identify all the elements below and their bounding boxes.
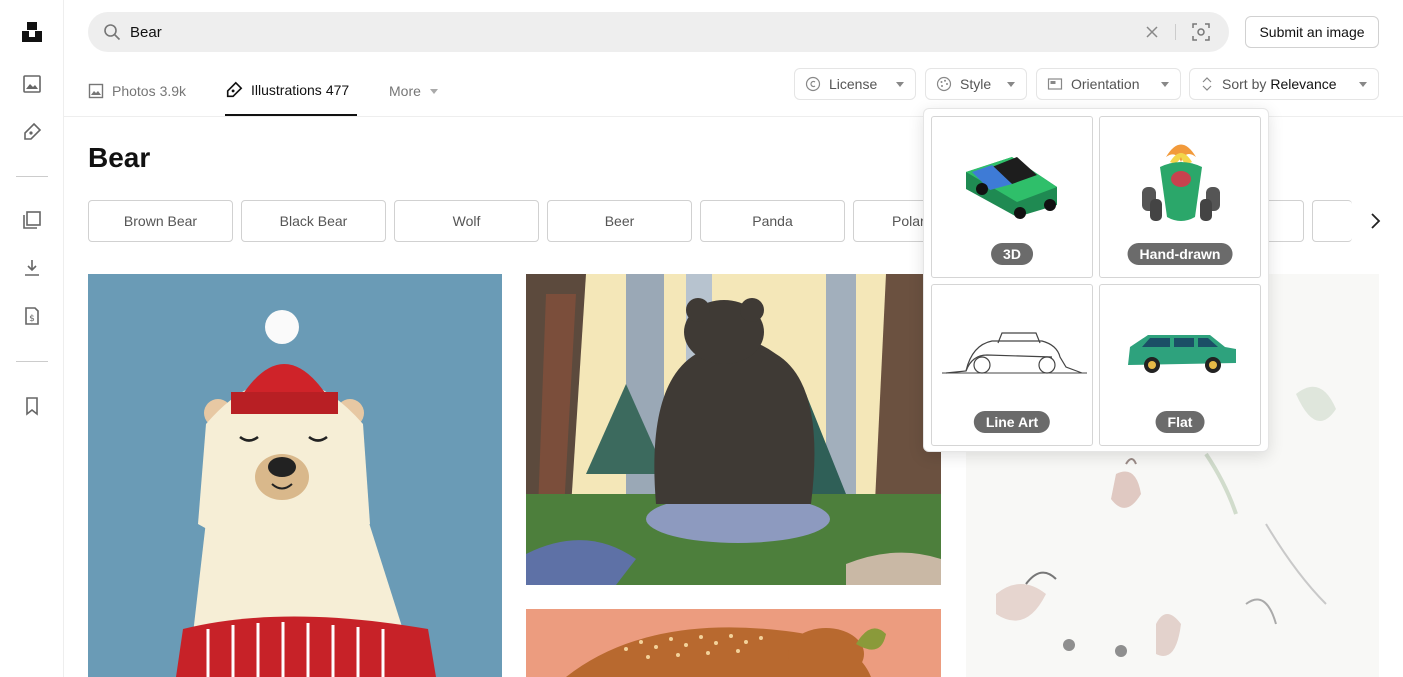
sort-filter-value: Relevance — [1270, 76, 1337, 92]
unsplash-logo-icon[interactable] — [20, 20, 44, 44]
bookmark-icon[interactable] — [20, 394, 44, 418]
style-option-line-art[interactable]: Line Art — [931, 284, 1093, 446]
orientation-icon — [1047, 78, 1063, 90]
sort-arrows-icon — [1202, 77, 1212, 91]
visual-search-icon[interactable] — [1190, 21, 1212, 43]
orientation-filter[interactable]: Orientation — [1036, 68, 1181, 100]
license-document-icon[interactable]: $ — [20, 304, 44, 328]
style-option-label: Line Art — [973, 411, 1051, 433]
style-option-3d[interactable]: 3D — [931, 116, 1093, 278]
tab-more-label: More — [389, 83, 421, 99]
style-option-flat[interactable]: Flat — [1099, 284, 1261, 446]
license-filter[interactable]: License — [794, 68, 916, 100]
tab-photos-count: 3.9k — [159, 83, 187, 99]
related-chip[interactable]: Black Bear — [241, 200, 386, 242]
tab-illustrations[interactable]: Illustrations 477 — [225, 66, 357, 116]
chevron-down-icon — [1359, 82, 1367, 87]
style-dropdown-menu: 3D Hand-drawn Line Art Flat — [923, 108, 1269, 452]
illustration-bear-forest[interactable] — [526, 274, 941, 585]
illustration-polar-bear-hat[interactable] — [88, 274, 502, 677]
sidebar: $ — [0, 0, 64, 677]
sort-filter-prefix: Sort by — [1222, 76, 1267, 92]
chevron-right-icon[interactable] — [1362, 208, 1388, 234]
photos-icon[interactable] — [20, 72, 44, 96]
style-option-label: 3D — [991, 243, 1033, 265]
download-icon[interactable] — [20, 256, 44, 280]
search-divider — [1175, 24, 1176, 40]
submit-image-button[interactable]: Submit an image — [1245, 16, 1379, 48]
style-option-label: Flat — [1155, 411, 1205, 433]
license-filter-label: License — [829, 76, 878, 92]
tab-illustrations-label: Illustrations — [251, 82, 322, 98]
related-chip[interactable]: Wolf — [394, 200, 539, 242]
orientation-filter-label: Orientation — [1071, 76, 1140, 92]
sidebar-divider — [16, 176, 48, 177]
search-bar — [88, 12, 1229, 52]
style-filter[interactable]: Style — [925, 68, 1027, 100]
search-icon[interactable] — [102, 22, 122, 47]
collections-icon[interactable] — [20, 208, 44, 232]
tab-photos-label: Photos — [112, 83, 156, 99]
illustrations-tab-icon — [226, 81, 243, 98]
tab-more[interactable]: More — [389, 66, 439, 116]
related-chip[interactable]: Beer — [547, 200, 692, 242]
style-option-hand-drawn[interactable]: Hand-drawn — [1099, 116, 1261, 278]
search-input[interactable] — [130, 12, 1110, 52]
page-title: Bear — [88, 142, 151, 173]
related-chip[interactable] — [1312, 200, 1352, 242]
tab-illustrations-count: 477 — [325, 82, 350, 98]
style-palette-icon — [936, 76, 952, 92]
related-chip[interactable]: Panda — [700, 200, 845, 242]
sort-filter[interactable]: Sort by Relevance — [1189, 68, 1379, 100]
chevron-down-icon — [429, 89, 438, 94]
chevron-down-icon — [1161, 82, 1169, 87]
tab-photos[interactable]: Photos 3.9k — [88, 66, 186, 116]
clear-search-icon[interactable] — [1142, 22, 1162, 42]
svg-text:$: $ — [29, 314, 35, 324]
illustrations-pen-icon[interactable] — [20, 120, 44, 144]
illustration-sleeping-bear[interactable] — [526, 609, 941, 677]
chevron-down-icon — [896, 82, 904, 87]
sidebar-divider — [16, 361, 48, 362]
chevron-down-icon — [1007, 82, 1015, 87]
related-chip[interactable]: Brown Bear — [88, 200, 233, 242]
license-icon — [805, 76, 821, 92]
photos-tab-icon — [88, 83, 104, 99]
style-filter-label: Style — [960, 76, 992, 92]
style-option-label: Hand-drawn — [1127, 243, 1233, 265]
